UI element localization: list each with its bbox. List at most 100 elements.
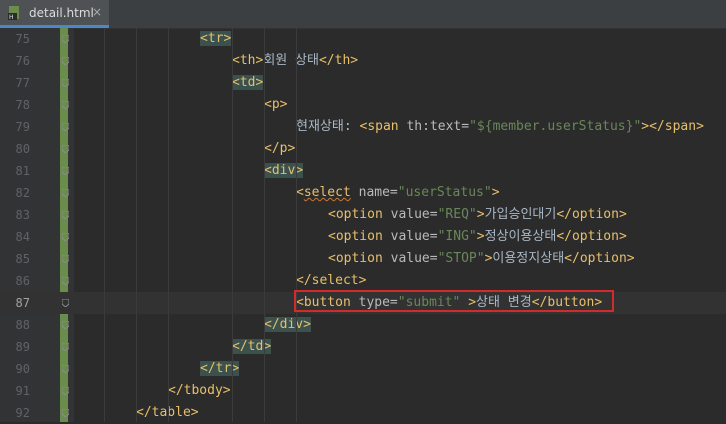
code-text: <p> — [264, 94, 287, 116]
code-token: > — [626, 251, 635, 266]
code-line[interactable]: 81 <div> — [0, 160, 726, 182]
code-token: option — [335, 207, 391, 222]
fold-marker-icon[interactable] — [62, 365, 69, 373]
code-token: </ — [232, 339, 248, 354]
code-token: </ — [200, 361, 216, 376]
fold-marker-icon[interactable] — [62, 233, 69, 241]
code-line[interactable]: 79 현재상태: <span th:text="${member.userStat… — [0, 116, 726, 138]
fold-marker-icon[interactable] — [62, 123, 69, 131]
tab-close-icon[interactable]: × — [92, 5, 102, 19]
code-token: option — [335, 251, 391, 266]
code-token: < — [200, 31, 208, 46]
code-text: <td> — [232, 72, 264, 94]
code-line[interactable]: 75 <tr> — [0, 28, 726, 50]
fold-marker-icon[interactable] — [62, 211, 69, 219]
code-token: </ — [136, 405, 152, 420]
code-token: > — [476, 229, 485, 244]
code-token: > — [696, 119, 704, 134]
line-number: 78 — [15, 98, 30, 112]
fold-marker-icon[interactable] — [62, 387, 69, 395]
code-token: tr — [215, 361, 232, 376]
code-token: > — [190, 405, 199, 420]
line-number: 80 — [15, 142, 30, 156]
fold-marker-icon[interactable] — [62, 299, 69, 307]
code-line[interactable]: 86 </select> — [0, 270, 726, 292]
line-number: 79 — [15, 120, 30, 134]
fold-marker-icon[interactable] — [62, 79, 69, 87]
code-token: th — [334, 53, 351, 68]
line-number: 90 — [15, 362, 30, 376]
code-line[interactable]: 83 <option value="REQ">가입승인대기</option> — [0, 204, 726, 226]
code-line[interactable]: 84 <option value="ING">정상이용상태</option> — [0, 226, 726, 248]
code-line[interactable]: 91 </tbody> — [0, 380, 726, 402]
code-token: p — [271, 97, 280, 112]
code-line[interactable]: 90 </tr> — [0, 358, 726, 380]
code-token: select — [311, 273, 359, 288]
fold-marker-icon[interactable] — [62, 35, 69, 43]
code-line[interactable]: 85 <option value="STOP">이용정지상태</option> — [0, 248, 726, 270]
code-line[interactable]: 82 <select name="userStatus"> — [0, 182, 726, 204]
tab-detail-html[interactable]: H detail.html × — [0, 0, 109, 28]
svg-text:H: H — [9, 14, 14, 20]
code-text: </select> — [296, 270, 366, 292]
code-token: 현재상태: — [296, 119, 360, 134]
code-token: </ — [264, 141, 280, 156]
fold-marker-icon[interactable] — [62, 277, 69, 285]
code-token: 가입승인대기 — [484, 207, 557, 222]
indent-guide — [264, 28, 265, 422]
fold-marker-icon[interactable] — [62, 321, 69, 329]
line-number: 77 — [15, 76, 30, 90]
code-token: th:text= — [406, 119, 470, 134]
tab-filename: detail.html — [29, 6, 94, 20]
code-text: </tr> — [200, 358, 240, 380]
fold-marker-icon[interactable] — [62, 409, 69, 417]
code-token: value= — [390, 251, 438, 266]
code-token: < — [296, 185, 304, 200]
code-token: option — [571, 229, 619, 244]
code-token: < — [264, 163, 272, 178]
code-token: select — [303, 185, 351, 200]
fold-marker-icon[interactable] — [62, 145, 69, 153]
fold-marker-icon[interactable] — [62, 101, 69, 109]
code-line[interactable]: 77 <td> — [0, 72, 726, 94]
code-token: > — [476, 207, 485, 222]
fold-marker-icon[interactable] — [62, 343, 69, 351]
code-token: div — [271, 163, 296, 178]
fold-marker-icon[interactable] — [62, 255, 69, 263]
code-text: </td> — [232, 336, 272, 358]
code-token: > — [287, 141, 296, 156]
indent-guide — [104, 28, 105, 422]
code-token: 정상이용상태 — [484, 229, 557, 244]
code-token: > — [618, 207, 627, 222]
line-number: 89 — [15, 340, 30, 354]
code-token: </ — [556, 207, 572, 222]
fold-marker-icon[interactable] — [62, 57, 69, 65]
code-token: > — [279, 97, 288, 112]
code-token: </ — [318, 53, 335, 68]
code-token: option — [579, 251, 627, 266]
indent-guide — [296, 28, 297, 422]
editor-tab-bar: H detail.html × — [0, 0, 726, 29]
code-token: 이용정지상태 — [492, 251, 565, 266]
code-line[interactable]: 88 </div> — [0, 314, 726, 336]
code-line[interactable]: 92 </table> — [0, 402, 726, 424]
code-token: tbody — [183, 383, 223, 398]
code-token: </ — [168, 383, 184, 398]
fold-marker-icon[interactable] — [62, 167, 69, 175]
code-line[interactable]: 80 </p> — [0, 138, 726, 160]
code-token: > — [350, 53, 359, 68]
code-line[interactable]: 76 <th>회원 상태</th> — [0, 50, 726, 72]
code-text: <tr> — [200, 28, 232, 50]
code-line[interactable]: 89 </td> — [0, 336, 726, 358]
code-token: < — [232, 53, 240, 68]
code-token: > — [358, 273, 367, 288]
code-token: span — [664, 119, 697, 134]
line-number: 83 — [15, 208, 30, 222]
highlight-box — [294, 290, 614, 312]
code-text: <select name="userStatus"> — [296, 182, 500, 204]
code-line[interactable]: 78 <p> — [0, 94, 726, 116]
fold-marker-icon[interactable] — [62, 189, 69, 197]
code-token: </ — [564, 251, 580, 266]
code-token: "userStatus" — [397, 185, 492, 200]
code-token: option — [571, 207, 619, 222]
